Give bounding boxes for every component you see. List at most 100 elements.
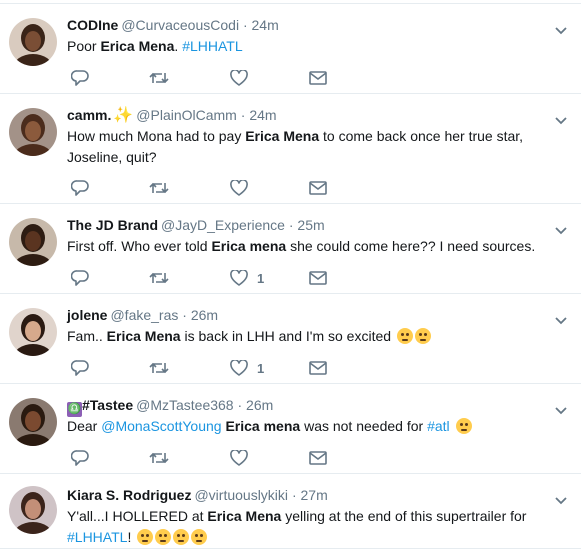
text-segment: How much Mona had to pay xyxy=(67,128,246,144)
tweet-header: Kiara S. Rodriguez @virtuouslykiki · 27m xyxy=(67,486,328,504)
like-count: 1 xyxy=(257,360,265,376)
reply-button[interactable] xyxy=(71,448,89,468)
like-button[interactable] xyxy=(230,178,248,198)
tweet-actions: 1 xyxy=(67,268,367,288)
highlighted-term: Erica Mena xyxy=(106,328,181,344)
like-button[interactable] xyxy=(230,448,248,468)
reply-button[interactable] xyxy=(71,68,89,88)
display-name[interactable]: #Tastee xyxy=(82,397,133,413)
highlighted-term: Erica Mena xyxy=(100,38,175,54)
tweet-actions xyxy=(67,178,367,198)
chevron-down-icon[interactable] xyxy=(555,492,567,505)
tweet-header: CODIne @CurvaceousCodi · 24m xyxy=(67,16,279,34)
chevron-down-icon[interactable] xyxy=(555,22,567,35)
tweet[interactable]: ♎#Tastee @MzTastee368 · 26m Dear @MonaScot… xyxy=(0,384,581,474)
envelope-icon xyxy=(309,451,327,465)
username[interactable]: @JayD_Experience xyxy=(161,217,285,233)
tweet[interactable]: CODIne @CurvaceousCodi · 24m Poor Erica Me… xyxy=(0,4,581,94)
tweet[interactable]: The JD Brand @JayD_Experience · 25m First … xyxy=(0,204,581,294)
chevron-down-icon[interactable] xyxy=(555,112,567,125)
tweet-text: How much Mona had to pay Erica Mena to c… xyxy=(67,126,562,168)
tweet[interactable]: Kiara S. Rodriguez @virtuouslykiki · 27m Y… xyxy=(0,474,581,549)
mention-link[interactable]: @MonaScottYoung xyxy=(101,418,221,434)
separator-dot: · xyxy=(288,217,294,233)
tweet-header: camm. ✨ @PlainOlCamm · 24m xyxy=(67,106,277,125)
retweet-button[interactable] xyxy=(149,68,169,88)
direct-message-button[interactable] xyxy=(309,448,327,468)
text-segment: Y'all...I HOLLERED at xyxy=(67,508,208,524)
retweet-button[interactable] xyxy=(149,358,169,378)
reply-button[interactable] xyxy=(71,358,89,378)
direct-message-button[interactable] xyxy=(309,268,327,288)
direct-message-button[interactable] xyxy=(309,358,327,378)
avatar[interactable] xyxy=(9,308,57,356)
text-segment: she could come here?? I need sources. xyxy=(286,238,536,254)
reply-icon xyxy=(71,70,89,86)
display-name[interactable]: The JD Brand xyxy=(67,217,158,233)
chevron-down-icon[interactable] xyxy=(555,402,567,415)
display-name[interactable]: CODIne xyxy=(67,17,118,33)
tweet[interactable]: camm. ✨ @PlainOlCamm · 24m How much Mona ha… xyxy=(0,94,581,204)
tweet-text: Poor Erica Mena. #LHHATL xyxy=(67,36,562,57)
tweet-text: Dear @MonaScottYoung Erica mena was not … xyxy=(67,416,562,437)
avatar[interactable] xyxy=(9,218,57,266)
text-segment: was not needed for xyxy=(300,418,428,434)
highlighted-term: Erica Mena xyxy=(245,128,320,144)
libra-icon: ♎ xyxy=(67,402,82,417)
hashtag-link[interactable]: #LHHATL xyxy=(67,529,127,545)
chevron-down-icon[interactable] xyxy=(555,222,567,235)
timestamp[interactable]: 27m xyxy=(301,487,328,503)
username[interactable]: @PlainOlCamm xyxy=(136,107,237,123)
tweet-header: The JD Brand @JayD_Experience · 25m xyxy=(67,216,325,234)
tweet-text: Y'all...I HOLLERED at Erica Mena yelling… xyxy=(67,506,562,548)
retweet-icon xyxy=(149,272,169,284)
tweet-actions xyxy=(67,68,367,88)
retweet-button[interactable] xyxy=(149,448,169,468)
hashtag-link[interactable]: #atl xyxy=(427,418,450,434)
retweet-icon xyxy=(149,72,169,84)
direct-message-button[interactable] xyxy=(309,178,327,198)
timestamp[interactable]: 26m xyxy=(246,397,273,413)
display-name[interactable]: camm. xyxy=(67,107,111,123)
timestamp[interactable]: 25m xyxy=(297,217,324,233)
tweet[interactable]: jolene @fake_ras · 26m Fam.. Erica Mena is… xyxy=(0,294,581,384)
text-segment: is back in LHH and I'm so excited xyxy=(180,328,395,344)
hashtag-link[interactable]: #LHHATL xyxy=(182,38,242,54)
like-button[interactable]: 1 xyxy=(230,268,264,288)
retweet-button[interactable] xyxy=(149,178,169,198)
text-segment: Poor xyxy=(67,38,101,54)
text-segment: First off. Who ever told xyxy=(67,238,212,254)
avatar[interactable] xyxy=(9,398,57,446)
heart-icon xyxy=(230,450,248,466)
timestamp[interactable]: 26m xyxy=(191,307,218,323)
timestamp[interactable]: 24m xyxy=(249,107,276,123)
chevron-down-icon[interactable] xyxy=(555,312,567,325)
avatar[interactable] xyxy=(9,18,57,66)
heart-icon xyxy=(230,270,248,286)
retweet-button[interactable] xyxy=(149,268,169,288)
direct-message-button[interactable] xyxy=(309,68,327,88)
username[interactable]: @fake_ras xyxy=(110,307,178,323)
tweet-text: First off. Who ever told Erica mena she … xyxy=(67,236,562,257)
like-button[interactable] xyxy=(230,68,248,88)
username[interactable]: @MzTastee368 xyxy=(136,397,233,413)
display-name[interactable]: Kiara S. Rodriguez xyxy=(67,487,191,503)
tweet-header: jolene @fake_ras · 26m xyxy=(67,306,218,324)
avatar[interactable] xyxy=(9,108,57,156)
avatar[interactable] xyxy=(9,486,57,534)
like-button[interactable]: 1 xyxy=(230,358,264,378)
text-segment: Dear xyxy=(67,418,102,434)
reply-icon xyxy=(71,180,89,196)
timestamp[interactable]: 24m xyxy=(252,17,279,33)
display-name[interactable]: jolene xyxy=(67,307,107,323)
reply-button[interactable] xyxy=(71,268,89,288)
heart-icon xyxy=(230,360,248,376)
tweet-actions: 1 xyxy=(67,358,367,378)
username[interactable]: @CurvaceousCodi xyxy=(121,17,239,33)
separator-dot: · xyxy=(291,487,297,503)
weary-face-icon xyxy=(173,529,190,545)
reply-button[interactable] xyxy=(71,178,89,198)
reply-icon xyxy=(71,450,89,466)
username[interactable]: @virtuouslykiki xyxy=(194,487,288,503)
sparkles-icon: ✨ xyxy=(113,107,134,124)
